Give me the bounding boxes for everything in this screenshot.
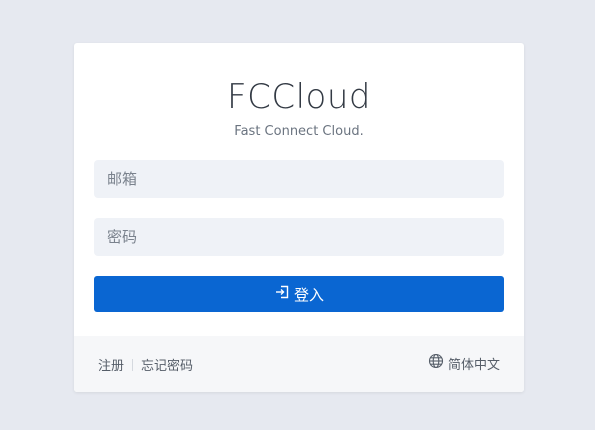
- email-input[interactable]: [94, 160, 504, 198]
- footer-links: 注册 忘记密码: [98, 355, 193, 374]
- login-icon: [274, 284, 294, 304]
- language-label: 简体中文: [447, 357, 500, 373]
- register-link[interactable]: 注册: [98, 355, 124, 374]
- link-divider: [132, 358, 134, 371]
- forgot-password-link[interactable]: 忘记密码: [141, 355, 193, 374]
- login-label: 登入: [293, 285, 324, 304]
- login-button[interactable]: 登入: [94, 276, 504, 312]
- globe-icon: [428, 353, 448, 373]
- card-footer: 注册 忘记密码 简体中文: [74, 336, 524, 392]
- password-input[interactable]: [94, 218, 504, 256]
- brand-subtitle: Fast Connect Cloud.: [234, 124, 364, 139]
- login-card: FCCloud Fast Connect Cloud. 登入 注册 忘记密码: [74, 43, 524, 392]
- language-selector[interactable]: 简体中文: [428, 353, 500, 373]
- brand-title: FCCloud: [227, 77, 371, 117]
